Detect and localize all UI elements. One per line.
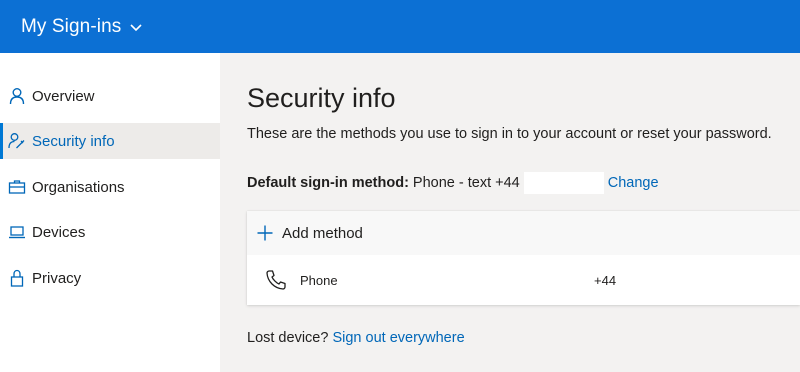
- add-method-label: Add method: [282, 224, 363, 242]
- sidebar-item-privacy[interactable]: Privacy: [0, 260, 220, 296]
- briefcase-icon: [8, 178, 26, 196]
- sidebar-item-devices[interactable]: Devices: [0, 214, 220, 250]
- sidebar-item-overview[interactable]: Overview: [0, 78, 220, 114]
- phone-icon: [264, 268, 288, 292]
- redacted-block: [523, 172, 604, 194]
- lost-device-line: Lost device? Sign out everywhere: [247, 330, 465, 346]
- method-value: +44: [594, 272, 617, 288]
- main-content: Security info These are the methods you …: [220, 53, 800, 372]
- sidebar-item-security-info[interactable]: Security info: [0, 123, 220, 159]
- app-title: My Sign-ins: [21, 15, 122, 37]
- sidebar-item-label: Overview: [32, 87, 95, 105]
- sidebar-item-label: Devices: [32, 223, 86, 241]
- chevron-down-icon: [129, 20, 143, 34]
- lock-icon: [8, 269, 26, 287]
- change-link[interactable]: Change: [608, 175, 659, 191]
- sidebar-item-label: Privacy: [32, 269, 82, 287]
- sidebar-item-label: Organisations: [32, 178, 125, 196]
- sidebar-item-label: Security info: [32, 132, 115, 150]
- default-sign-in-method: Default sign-in method: Phone - text +44…: [247, 172, 659, 194]
- page-title: Security info: [247, 83, 396, 113]
- methods-card: Add method Phone +44: [247, 211, 800, 305]
- page-description: These are the methods you use to sign in…: [247, 126, 772, 142]
- sign-out-everywhere-link[interactable]: Sign out everywhere: [332, 330, 464, 346]
- laptop-icon: [8, 223, 26, 241]
- lost-device-text: Lost device?: [247, 330, 329, 346]
- plus-icon: [256, 224, 274, 242]
- sidebar-item-organisations[interactable]: Organisations: [0, 169, 220, 205]
- sidebar: Overview Security info Organisations Dev…: [0, 53, 220, 372]
- default-method-label: Default sign-in method:: [247, 175, 409, 191]
- method-name: Phone: [300, 272, 338, 288]
- person-key-icon: [8, 132, 26, 150]
- method-row: Phone +44: [247, 255, 800, 305]
- add-method-button[interactable]: Add method: [247, 211, 800, 255]
- top-bar: My Sign-ins: [0, 0, 800, 53]
- app-switcher-button[interactable]: My Sign-ins: [21, 16, 143, 38]
- default-method-value: Phone - text +44: [412, 175, 520, 191]
- person-icon: [8, 87, 26, 105]
